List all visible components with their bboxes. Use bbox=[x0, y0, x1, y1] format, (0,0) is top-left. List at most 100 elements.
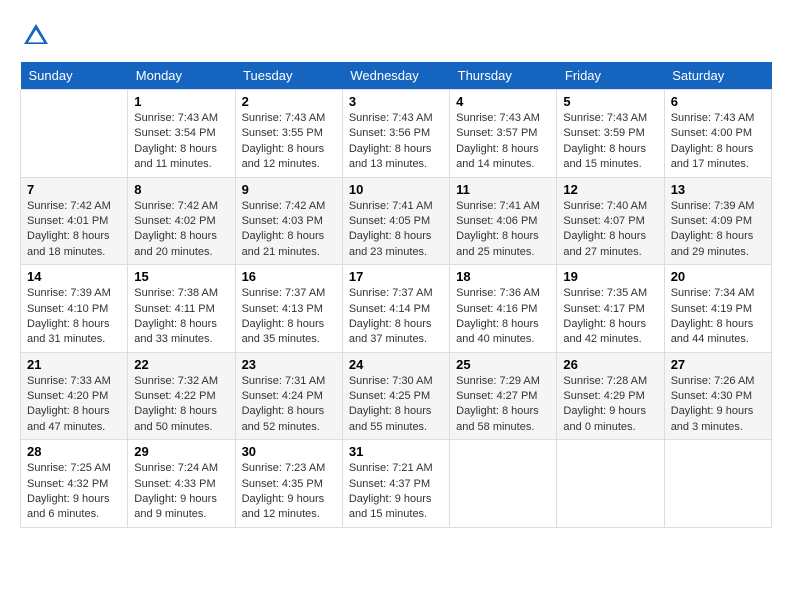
calendar-body: 1Sunrise: 7:43 AMSunset: 3:54 PMDaylight… bbox=[21, 90, 772, 528]
cell-info: Sunrise: 7:41 AMSunset: 4:06 PMDaylight:… bbox=[456, 199, 550, 261]
day-cell bbox=[21, 90, 128, 178]
day-number: 27 bbox=[671, 357, 765, 372]
week-row-2: 7Sunrise: 7:42 AMSunset: 4:01 PMDaylight… bbox=[21, 177, 772, 265]
page-header bbox=[20, 20, 772, 52]
day-cell: 13 Sunrise: 7:39 AMSunset: 4:09 PMDayligh… bbox=[664, 177, 771, 265]
cell-info: Sunrise: 7:30 AMSunset: 4:25 PMDaylight:… bbox=[349, 374, 443, 436]
day-cell: 18 Sunrise: 7:36 AMSunset: 4:16 PMDayligh… bbox=[450, 265, 557, 353]
cell-info: Sunrise: 7:37 AMSunset: 4:13 PMDaylight:… bbox=[242, 286, 336, 348]
cell-info: Sunrise: 7:24 AMSunset: 4:33 PMDaylight:… bbox=[134, 461, 228, 523]
cell-info: Sunrise: 7:32 AMSunset: 4:22 PMDaylight:… bbox=[134, 374, 228, 436]
day-number: 3 bbox=[349, 94, 443, 109]
day-cell: 22 Sunrise: 7:32 AMSunset: 4:22 PMDayligh… bbox=[128, 352, 235, 440]
day-number: 7 bbox=[27, 182, 121, 197]
column-header-friday: Friday bbox=[557, 62, 664, 90]
day-cell: 11 Sunrise: 7:41 AMSunset: 4:06 PMDayligh… bbox=[450, 177, 557, 265]
day-number: 6 bbox=[671, 94, 765, 109]
day-cell: 3Sunrise: 7:43 AMSunset: 3:56 PMDaylight… bbox=[342, 90, 449, 178]
column-headers: SundayMondayTuesdayWednesdayThursdayFrid… bbox=[21, 62, 772, 90]
cell-info: Sunrise: 7:35 AMSunset: 4:17 PMDaylight:… bbox=[563, 286, 657, 348]
cell-info: Sunrise: 7:43 AMSunset: 3:57 PMDaylight:… bbox=[456, 111, 550, 173]
day-number: 20 bbox=[671, 269, 765, 284]
day-cell: 31 Sunrise: 7:21 AMSunset: 4:37 PMDayligh… bbox=[342, 440, 449, 528]
logo bbox=[20, 20, 56, 52]
day-number: 4 bbox=[456, 94, 550, 109]
column-header-tuesday: Tuesday bbox=[235, 62, 342, 90]
column-header-thursday: Thursday bbox=[450, 62, 557, 90]
cell-info: Sunrise: 7:25 AMSunset: 4:32 PMDaylight:… bbox=[27, 461, 121, 523]
day-cell: 4 Sunrise: 7:43 AMSunset: 3:57 PMDaylight… bbox=[450, 90, 557, 178]
week-row-1: 1Sunrise: 7:43 AMSunset: 3:54 PMDaylight… bbox=[21, 90, 772, 178]
cell-info: Sunrise: 7:34 AMSunset: 4:19 PMDaylight:… bbox=[671, 286, 765, 348]
day-number: 2 bbox=[242, 94, 336, 109]
day-number: 11 bbox=[456, 182, 550, 197]
day-number: 26 bbox=[563, 357, 657, 372]
day-number: 9 bbox=[242, 182, 336, 197]
day-number: 22 bbox=[134, 357, 228, 372]
column-header-wednesday: Wednesday bbox=[342, 62, 449, 90]
day-number: 10 bbox=[349, 182, 443, 197]
cell-info: Sunrise: 7:43 AMSunset: 3:59 PMDaylight:… bbox=[563, 111, 657, 173]
cell-info: Sunrise: 7:38 AMSunset: 4:11 PMDaylight:… bbox=[134, 286, 228, 348]
column-header-saturday: Saturday bbox=[664, 62, 771, 90]
day-number: 17 bbox=[349, 269, 443, 284]
cell-info: Sunrise: 7:43 AMSunset: 3:55 PMDaylight:… bbox=[242, 111, 336, 173]
day-number: 23 bbox=[242, 357, 336, 372]
day-number: 24 bbox=[349, 357, 443, 372]
cell-info: Sunrise: 7:42 AMSunset: 4:02 PMDaylight:… bbox=[134, 199, 228, 261]
day-number: 16 bbox=[242, 269, 336, 284]
cell-info: Sunrise: 7:29 AMSunset: 4:27 PMDaylight:… bbox=[456, 374, 550, 436]
cell-info: Sunrise: 7:21 AMSunset: 4:37 PMDaylight:… bbox=[349, 461, 443, 523]
day-cell: 25 Sunrise: 7:29 AMSunset: 4:27 PMDayligh… bbox=[450, 352, 557, 440]
column-header-sunday: Sunday bbox=[21, 62, 128, 90]
day-cell: 6 Sunrise: 7:43 AMSunset: 4:00 PMDaylight… bbox=[664, 90, 771, 178]
day-cell: 15 Sunrise: 7:38 AMSunset: 4:11 PMDayligh… bbox=[128, 265, 235, 353]
cell-info: Sunrise: 7:23 AMSunset: 4:35 PMDaylight:… bbox=[242, 461, 336, 523]
day-cell: 9Sunrise: 7:42 AMSunset: 4:03 PMDaylight… bbox=[235, 177, 342, 265]
day-cell: 24 Sunrise: 7:30 AMSunset: 4:25 PMDayligh… bbox=[342, 352, 449, 440]
day-cell: 7Sunrise: 7:42 AMSunset: 4:01 PMDaylight… bbox=[21, 177, 128, 265]
day-number: 29 bbox=[134, 444, 228, 459]
cell-info: Sunrise: 7:39 AMSunset: 4:10 PMDaylight:… bbox=[27, 286, 121, 348]
day-number: 25 bbox=[456, 357, 550, 372]
cell-info: Sunrise: 7:40 AMSunset: 4:07 PMDaylight:… bbox=[563, 199, 657, 261]
day-number: 5 bbox=[563, 94, 657, 109]
cell-info: Sunrise: 7:28 AMSunset: 4:29 PMDaylight:… bbox=[563, 374, 657, 436]
day-cell: 1Sunrise: 7:43 AMSunset: 3:54 PMDaylight… bbox=[128, 90, 235, 178]
day-number: 1 bbox=[134, 94, 228, 109]
day-number: 19 bbox=[563, 269, 657, 284]
day-number: 8 bbox=[134, 182, 228, 197]
day-number: 12 bbox=[563, 182, 657, 197]
cell-info: Sunrise: 7:36 AMSunset: 4:16 PMDaylight:… bbox=[456, 286, 550, 348]
day-number: 14 bbox=[27, 269, 121, 284]
day-number: 30 bbox=[242, 444, 336, 459]
day-cell: 10 Sunrise: 7:41 AMSunset: 4:05 PMDayligh… bbox=[342, 177, 449, 265]
day-cell: 12 Sunrise: 7:40 AMSunset: 4:07 PMDayligh… bbox=[557, 177, 664, 265]
day-number: 13 bbox=[671, 182, 765, 197]
week-row-5: 28 Sunrise: 7:25 AMSunset: 4:32 PMDayligh… bbox=[21, 440, 772, 528]
cell-info: Sunrise: 7:39 AMSunset: 4:09 PMDaylight:… bbox=[671, 199, 765, 261]
day-number: 21 bbox=[27, 357, 121, 372]
cell-info: Sunrise: 7:33 AMSunset: 4:20 PMDaylight:… bbox=[27, 374, 121, 436]
cell-info: Sunrise: 7:37 AMSunset: 4:14 PMDaylight:… bbox=[349, 286, 443, 348]
day-cell bbox=[664, 440, 771, 528]
cell-info: Sunrise: 7:43 AMSunset: 4:00 PMDaylight:… bbox=[671, 111, 765, 173]
day-number: 31 bbox=[349, 444, 443, 459]
day-cell: 20 Sunrise: 7:34 AMSunset: 4:19 PMDayligh… bbox=[664, 265, 771, 353]
day-number: 18 bbox=[456, 269, 550, 284]
day-cell: 16 Sunrise: 7:37 AMSunset: 4:13 PMDayligh… bbox=[235, 265, 342, 353]
day-cell: 19 Sunrise: 7:35 AMSunset: 4:17 PMDayligh… bbox=[557, 265, 664, 353]
logo-icon bbox=[20, 20, 52, 52]
day-cell: 29 Sunrise: 7:24 AMSunset: 4:33 PMDayligh… bbox=[128, 440, 235, 528]
day-number: 15 bbox=[134, 269, 228, 284]
calendar-table: SundayMondayTuesdayWednesdayThursdayFrid… bbox=[20, 62, 772, 528]
day-cell: 27Sunrise: 7:26 AMSunset: 4:30 PMDayligh… bbox=[664, 352, 771, 440]
day-number: 28 bbox=[27, 444, 121, 459]
day-cell: 14 Sunrise: 7:39 AMSunset: 4:10 PMDayligh… bbox=[21, 265, 128, 353]
day-cell: 2 Sunrise: 7:43 AMSunset: 3:55 PMDaylight… bbox=[235, 90, 342, 178]
day-cell: 30 Sunrise: 7:23 AMSunset: 4:35 PMDayligh… bbox=[235, 440, 342, 528]
week-row-3: 14 Sunrise: 7:39 AMSunset: 4:10 PMDayligh… bbox=[21, 265, 772, 353]
cell-info: Sunrise: 7:41 AMSunset: 4:05 PMDaylight:… bbox=[349, 199, 443, 261]
day-cell: 17 Sunrise: 7:37 AMSunset: 4:14 PMDayligh… bbox=[342, 265, 449, 353]
day-cell bbox=[450, 440, 557, 528]
